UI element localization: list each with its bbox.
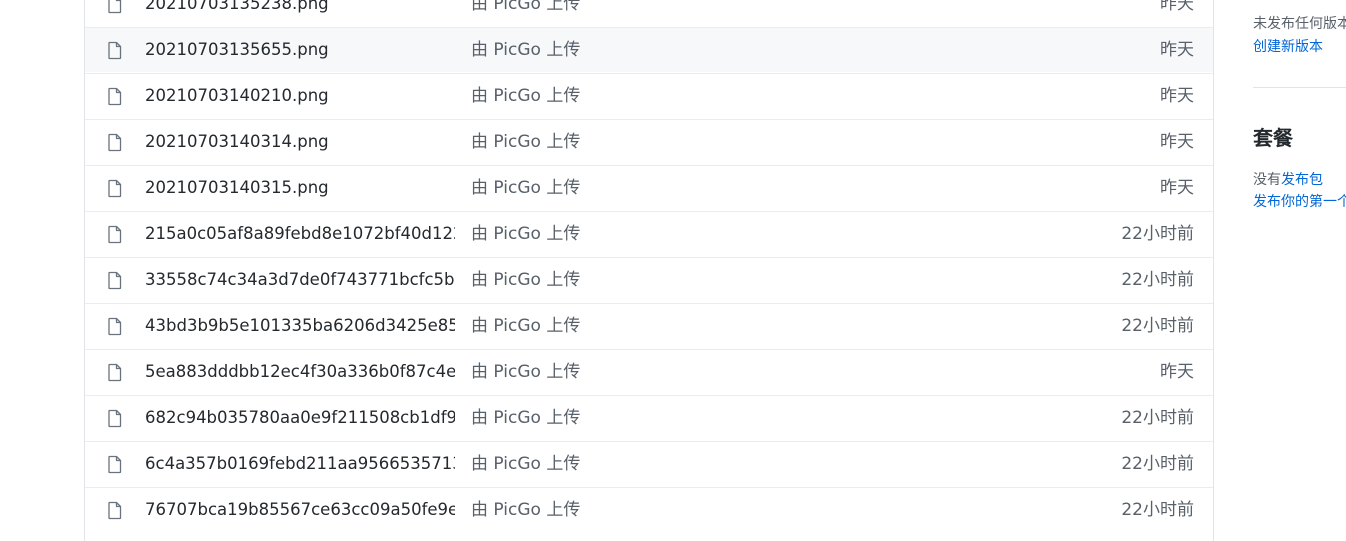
commit-message-link[interactable]: 由 PicGo 上传 bbox=[471, 0, 580, 14]
file-icon bbox=[107, 317, 123, 336]
file-row[interactable]: 682c94b035780aa0e9f211508cb1df9... 由 Pic… bbox=[85, 395, 1213, 440]
commit-age: 昨天 bbox=[1160, 86, 1194, 106]
packages-heading: 套餐 bbox=[1253, 126, 1293, 150]
file-name-link[interactable]: 33558c74c34a3d7de0f743771bcfc5bb... bbox=[145, 270, 455, 290]
no-packages-prefix: 没有 bbox=[1253, 172, 1281, 188]
file-name-link[interactable]: 6c4a357b0169febd211aa9566535713... bbox=[145, 454, 455, 474]
file-name-link[interactable]: 215a0c05af8a89febd8e1072bf40d122... bbox=[145, 224, 455, 244]
commit-age: 昨天 bbox=[1160, 40, 1194, 60]
file-row[interactable]: 43bd3b9b5e101335ba6206d3425e85... 由 PicG… bbox=[85, 303, 1213, 348]
file-name-link[interactable]: 682c94b035780aa0e9f211508cb1df9... bbox=[145, 408, 455, 428]
file-icon bbox=[107, 409, 123, 428]
no-packages-text: 没有发布包 bbox=[1253, 171, 1323, 189]
publish-package-link[interactable]: 发布包 bbox=[1281, 172, 1323, 188]
commit-message-link[interactable]: 由 PicGo 上传 bbox=[471, 86, 580, 106]
file-name-link[interactable]: 20210703140314.png bbox=[145, 132, 455, 152]
file-icon bbox=[107, 0, 123, 14]
file-name-link[interactable]: 20210703140210.png bbox=[145, 86, 455, 106]
commit-message-link[interactable]: 由 PicGo 上传 bbox=[471, 40, 580, 60]
file-icon bbox=[107, 41, 123, 60]
file-name-link[interactable]: 20210703140315.png bbox=[145, 178, 455, 198]
file-row[interactable]: 20210703140210.png 由 PicGo 上传 昨天 bbox=[85, 73, 1213, 118]
file-icon bbox=[107, 87, 123, 106]
file-name-link[interactable]: 76707bca19b85567ce63cc09a50fe9ea... bbox=[145, 500, 455, 520]
file-name-link[interactable]: 43bd3b9b5e101335ba6206d3425e85... bbox=[145, 316, 455, 336]
commit-message-link[interactable]: 由 PicGo 上传 bbox=[471, 132, 580, 152]
file-name-link[interactable]: 20210703135655.png bbox=[145, 40, 455, 60]
sidebar-divider bbox=[1253, 87, 1346, 88]
commit-age: 22小时前 bbox=[1121, 270, 1194, 290]
file-name-link[interactable]: 20210703135238.png bbox=[145, 0, 455, 14]
file-icon bbox=[107, 133, 123, 152]
file-list: 20210703135238.png 由 PicGo 上传 昨天 2021070… bbox=[84, 0, 1214, 541]
file-icon bbox=[107, 271, 123, 290]
file-row[interactable]: 5ea883dddbb12ec4f30a336b0f87c4e... 由 Pic… bbox=[85, 349, 1213, 394]
file-row[interactable]: 33558c74c34a3d7de0f743771bcfc5bb... 由 Pi… bbox=[85, 257, 1213, 302]
commit-message-link[interactable]: 由 PicGo 上传 bbox=[471, 178, 580, 198]
file-row[interactable]: 6c4a357b0169febd211aa9566535713... 由 Pic… bbox=[85, 441, 1213, 486]
repo-sidebar: 未发布任何版本 创建新版本 套餐 没有发布包 发布你的第一个包 bbox=[1253, 0, 1346, 517]
file-row[interactable]: 20210703140315.png 由 PicGo 上传 昨天 bbox=[85, 165, 1213, 210]
publish-first-package-link[interactable]: 发布你的第一个包 bbox=[1253, 193, 1346, 211]
no-releases-text: 未发布任何版本 bbox=[1253, 16, 1346, 32]
commit-message-link[interactable]: 由 PicGo 上传 bbox=[471, 270, 580, 290]
commit-age: 22小时前 bbox=[1121, 224, 1194, 244]
file-icon bbox=[107, 363, 123, 382]
commit-age: 22小时前 bbox=[1121, 454, 1194, 474]
file-icon bbox=[107, 225, 123, 244]
file-row[interactable]: 76707bca19b85567ce63cc09a50fe9ea... 由 Pi… bbox=[85, 487, 1213, 532]
file-row[interactable]: 215a0c05af8a89febd8e1072bf40d122... 由 Pi… bbox=[85, 211, 1213, 256]
commit-age: 22小时前 bbox=[1121, 316, 1194, 336]
commit-message-link[interactable]: 由 PicGo 上传 bbox=[471, 316, 580, 336]
commit-message-link[interactable]: 由 PicGo 上传 bbox=[471, 224, 580, 244]
file-row[interactable]: 20210703140314.png 由 PicGo 上传 昨天 bbox=[85, 119, 1213, 164]
commit-age: 22小时前 bbox=[1121, 500, 1194, 520]
file-icon bbox=[107, 455, 123, 474]
commit-message-link[interactable]: 由 PicGo 上传 bbox=[471, 454, 580, 474]
commit-age: 昨天 bbox=[1160, 362, 1194, 382]
commit-age: 昨天 bbox=[1160, 132, 1194, 152]
commit-age: 22小时前 bbox=[1121, 408, 1194, 428]
commit-age: 昨天 bbox=[1160, 178, 1194, 198]
file-icon bbox=[107, 179, 123, 198]
file-row[interactable]: 20210703135238.png 由 PicGo 上传 昨天 bbox=[85, 0, 1213, 26]
commit-message-link[interactable]: 由 PicGo 上传 bbox=[471, 362, 580, 382]
create-release-link[interactable]: 创建新版本 bbox=[1253, 38, 1323, 56]
commit-message-link[interactable]: 由 PicGo 上传 bbox=[471, 500, 580, 520]
commit-age: 昨天 bbox=[1160, 0, 1194, 14]
file-row[interactable]: 20210703135655.png 由 PicGo 上传 昨天 bbox=[85, 27, 1213, 72]
commit-message-link[interactable]: 由 PicGo 上传 bbox=[471, 408, 580, 428]
file-icon bbox=[107, 501, 123, 520]
file-name-link[interactable]: 5ea883dddbb12ec4f30a336b0f87c4e... bbox=[145, 362, 455, 382]
